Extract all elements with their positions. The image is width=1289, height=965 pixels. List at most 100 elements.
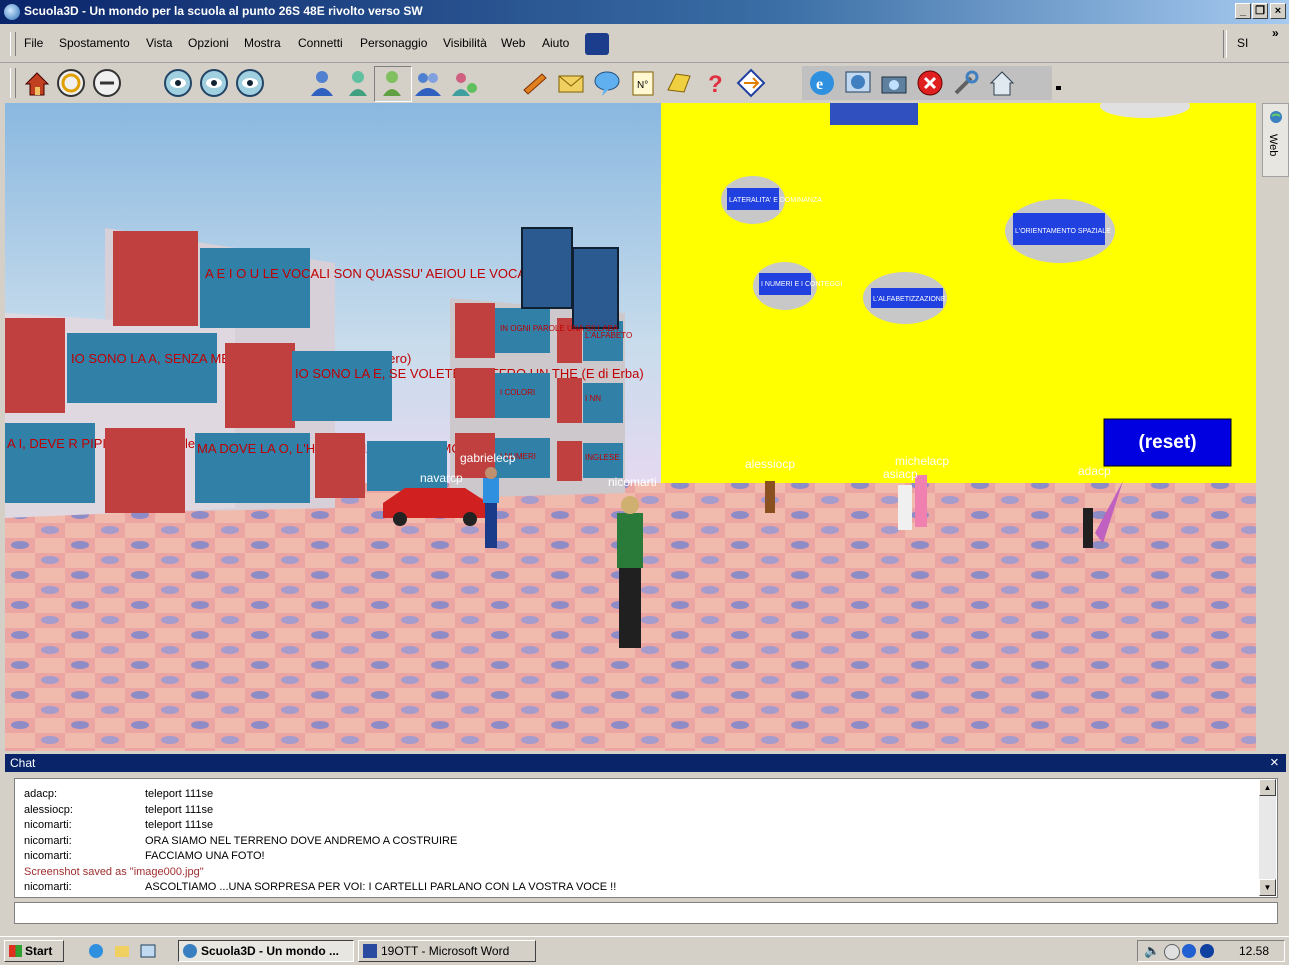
info-icon[interactable] <box>1200 944 1214 958</box>
chat-sender: adacp: <box>24 788 58 800</box>
chat-scrollbar[interactable]: ▲ ▼ <box>1259 779 1276 896</box>
speech-bubble-icon[interactable] <box>592 68 622 98</box>
ie-quicklaunch-icon[interactable] <box>88 943 104 959</box>
network-icon[interactable] <box>1164 944 1180 960</box>
toolbar: N° ? e <box>0 64 1289 102</box>
menu-web[interactable]: Web <box>501 36 525 50</box>
start-button[interactable]: Start <box>4 940 64 962</box>
chat-close-icon[interactable]: × <box>1270 754 1279 771</box>
users-icon[interactable] <box>413 68 443 98</box>
chat-panel: Chat × adacp: teleport 111se alessiocp: … <box>5 754 1286 929</box>
home-icon[interactable] <box>22 68 52 98</box>
chat-log[interactable]: adacp: teleport 111se alessiocp: telepor… <box>14 778 1278 898</box>
ie-icon[interactable]: e <box>807 68 837 98</box>
world-icon[interactable] <box>843 68 873 98</box>
avatar-label-nicomarti: nicomarti <box>608 475 657 489</box>
scuola3d-icon <box>183 944 197 958</box>
maximize-button[interactable]: ❐ <box>1252 3 1268 19</box>
yellow-wall-sign: L'ALFABETIZZAZIONE <box>873 296 946 303</box>
taskbar-item-scuola3d[interactable]: Scuola3D - Un mondo ... <box>178 940 354 962</box>
chat-header: Chat × <box>5 754 1286 772</box>
menu-spostamento[interactable]: Spostamento <box>59 36 130 50</box>
eye-first-icon[interactable] <box>163 68 193 98</box>
menu-si[interactable]: SI <box>1237 36 1248 50</box>
hand-icon[interactable] <box>664 68 694 98</box>
chat-title: Chat <box>10 756 36 770</box>
megaphone-icon[interactable] <box>520 68 550 98</box>
close-button[interactable]: × <box>1270 3 1286 19</box>
chat-sender: nicomarti: <box>24 835 72 847</box>
menu-mostra[interactable]: Mostra <box>244 36 281 50</box>
chat-sender: nicomarti: <box>24 819 72 831</box>
user-select-icon[interactable] <box>377 68 407 98</box>
tray-app-icon[interactable] <box>1182 944 1196 958</box>
web-tab-label: Web <box>1267 134 1279 157</box>
menu-connetti[interactable]: Connetti <box>298 36 343 50</box>
title-bar[interactable]: Scuola3D - Un mondo per la scuola al pun… <box>0 0 1289 24</box>
orbit-right-icon[interactable] <box>92 68 122 98</box>
windows-logo-icon <box>9 945 22 957</box>
menu-file[interactable]: File <box>24 36 43 50</box>
tools-icon[interactable] <box>951 68 981 98</box>
scroll-up-icon[interactable]: ▲ <box>1259 779 1276 796</box>
camera-icon[interactable] <box>879 68 909 98</box>
board-right-wall: I COLORI <box>500 388 535 397</box>
board-right-wall: I NN <box>585 394 601 403</box>
chat-text: FACCIAMO UNA FOTO! <box>145 850 265 862</box>
menu-opzioni[interactable]: Opzioni <box>188 36 229 50</box>
chat-text: teleport 111se <box>145 819 214 831</box>
menu-vista[interactable]: Vista <box>146 36 172 50</box>
avatar-label-asiacp: asiacp <box>883 467 918 481</box>
grip[interactable] <box>10 68 16 98</box>
notepad-icon[interactable]: N° <box>628 68 658 98</box>
mail-icon[interactable] <box>556 68 586 98</box>
word-icon <box>363 944 377 958</box>
speaker-icon[interactable]: 🔈 <box>1144 943 1160 959</box>
avatar-label-alessiocp: alessiocp <box>745 457 796 471</box>
window-title: Scuola3D - Un mondo per la scuola al pun… <box>24 4 423 18</box>
menu-personaggio[interactable]: Personaggio <box>360 36 427 50</box>
eye-third-icon[interactable] <box>199 68 229 98</box>
user-info-icon[interactable] <box>343 68 373 98</box>
menu-visibilita[interactable]: Visibilità <box>443 36 487 50</box>
yellow-wall-sign: LATERALITA' E DOMINANZA <box>729 197 822 204</box>
yellow-wall-sign: I NUMERI E I CONTEGGI <box>761 281 842 288</box>
scroll-down-icon[interactable]: ▼ <box>1259 879 1276 896</box>
board-right-wall: L'ALFABETO <box>585 331 632 340</box>
menu-bar: File Spostamento Vista Opzioni Mostra Co… <box>0 26 1289 63</box>
avatar-label-adacp: adacp <box>1078 464 1111 478</box>
chat-input[interactable] <box>14 902 1278 924</box>
stop-icon[interactable] <box>915 68 945 98</box>
avatar-label-michelacp: michelacp <box>895 454 950 468</box>
minimize-button[interactable]: _ <box>1235 3 1251 19</box>
grip[interactable] <box>10 32 16 56</box>
desktop-quicklaunch-icon[interactable] <box>140 943 156 959</box>
teleport-icon[interactable] <box>736 68 766 98</box>
user-add-icon[interactable] <box>449 68 479 98</box>
user-icon[interactable] <box>307 68 337 98</box>
taskbar-item-word[interactable]: 19OTT - Microsoft Word <box>358 940 536 962</box>
svg-text:e: e <box>816 76 823 93</box>
3d-viewport[interactable]: A E I O U LE VOCALI SON QUASSU' AEIOU LE… <box>5 103 1256 751</box>
chevron-more-icon[interactable]: » <box>1272 26 1279 40</box>
taskbar: Start Scuola3D - Un mondo ... 19OTT - Mi… <box>0 936 1289 965</box>
chat-text: teleport 111se <box>145 788 214 800</box>
orbit-left-icon[interactable] <box>56 68 86 98</box>
svg-text:?: ? <box>708 71 723 98</box>
outlook-quicklaunch-icon[interactable] <box>114 943 130 959</box>
web-side-tab[interactable]: Web <box>1262 103 1289 177</box>
eye-back-icon[interactable] <box>235 68 265 98</box>
menu-aiuto[interactable]: Aiuto <box>542 36 569 50</box>
avatar-label-gabrielecp: gabrielecp <box>460 451 516 465</box>
reset-button[interactable]: (reset) <box>1104 419 1231 466</box>
start-label: Start <box>25 944 53 958</box>
clock: 12.58 <box>1239 944 1270 958</box>
chat-sender: nicomarti: <box>24 850 72 862</box>
globe-icon <box>1270 111 1282 123</box>
app-icon[interactable] <box>4 4 20 20</box>
board-right-wall: INGLESE <box>585 453 620 462</box>
house-icon[interactable] <box>987 68 1017 98</box>
chevron-down-icon[interactable] <box>1056 86 1061 90</box>
logo-icon[interactable] <box>585 33 609 55</box>
help-icon[interactable]: ? <box>700 68 730 98</box>
